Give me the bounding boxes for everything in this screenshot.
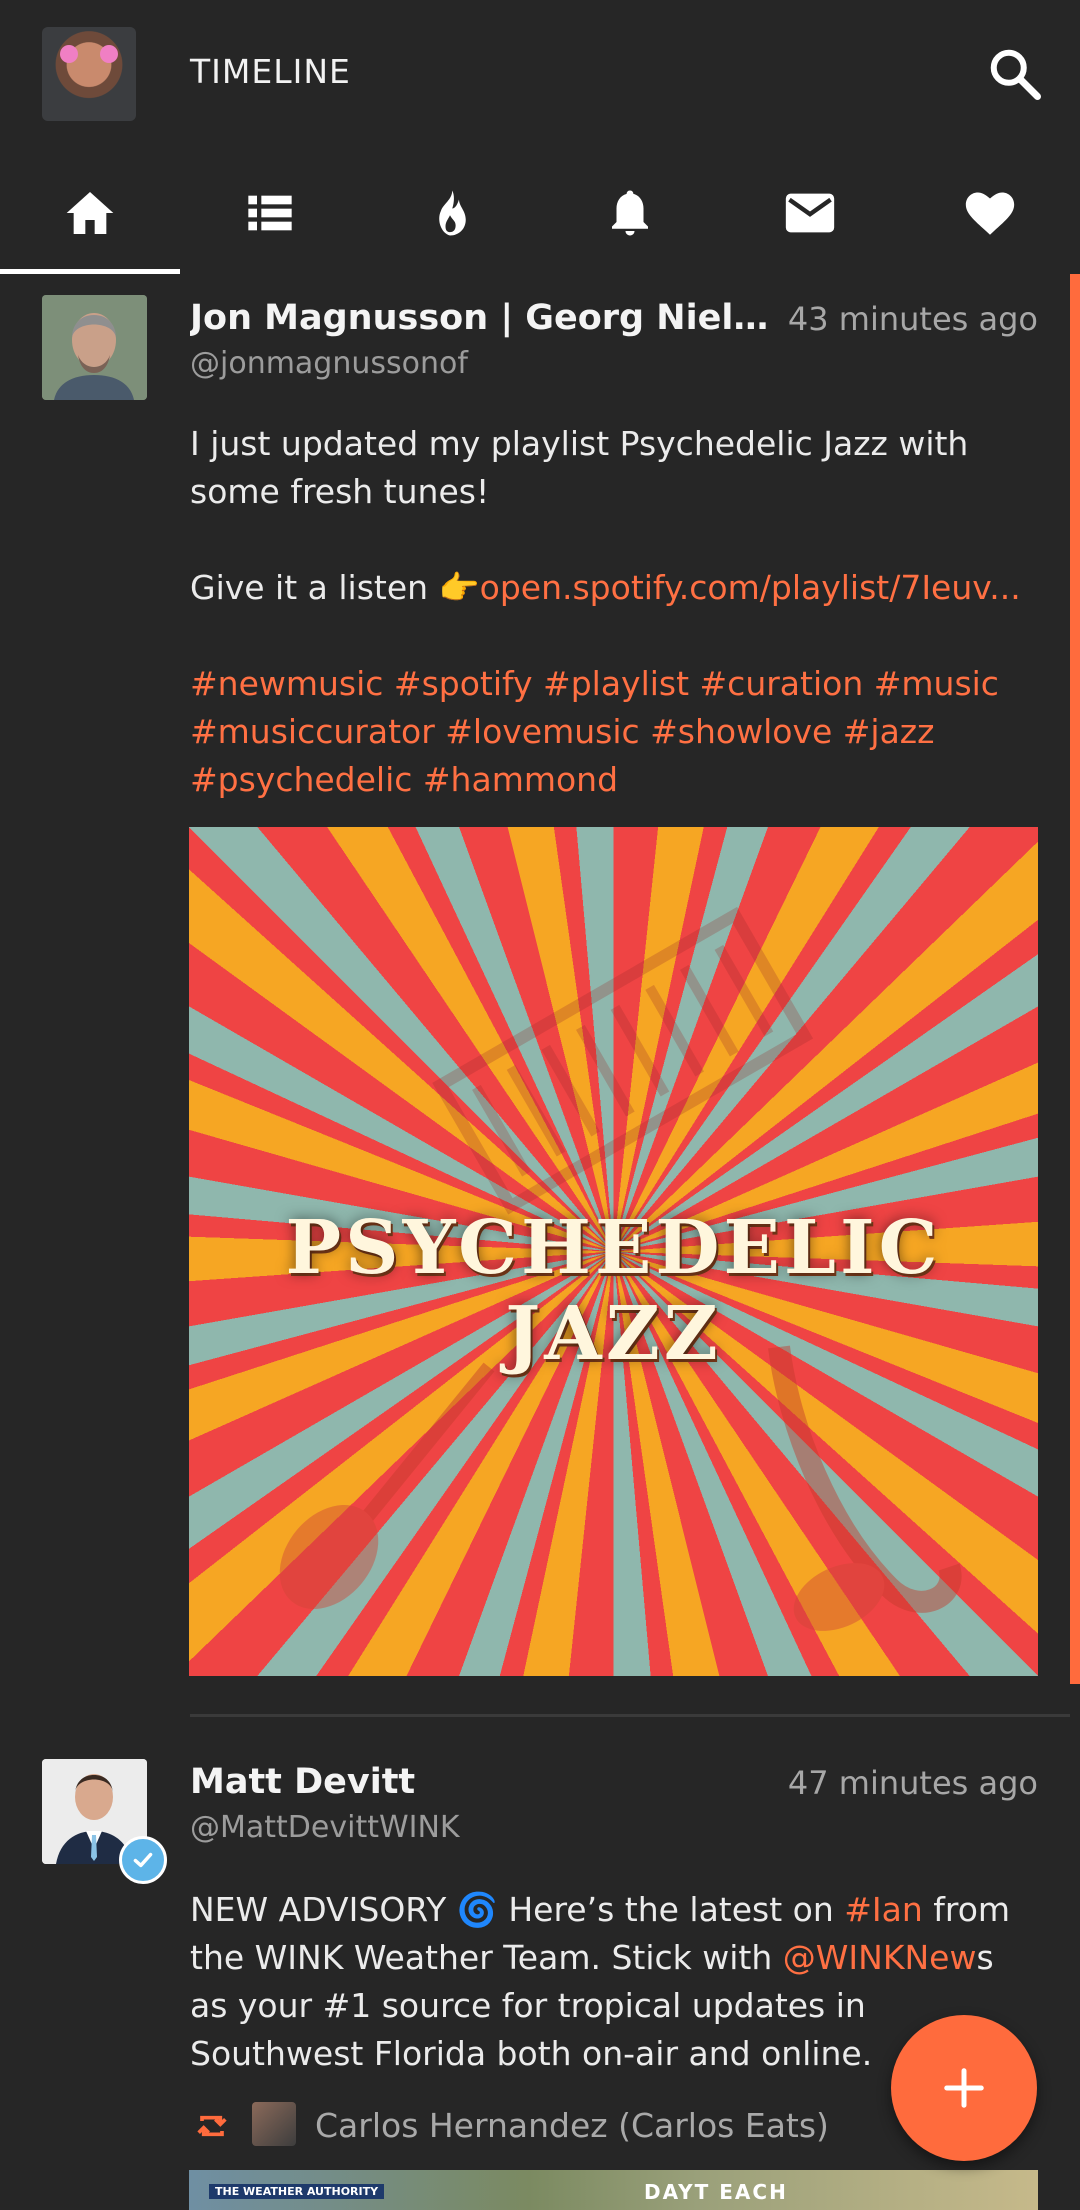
check-icon	[133, 1852, 153, 1868]
guitar-icon	[279, 1362, 495, 1609]
map-city-label: DAYT EACH	[644, 2180, 788, 2204]
author-handle[interactable]: @MattDevittWINK	[190, 1810, 460, 1845]
person-photo-icon	[42, 295, 147, 400]
hashtag-link[interactable]: #Ian	[844, 1890, 923, 1929]
scroll-indicator	[1070, 274, 1080, 1684]
tab-home[interactable]	[0, 152, 180, 274]
author-handle[interactable]: @jonmagnussonof	[190, 346, 468, 381]
author-name[interactable]: Matt Devitt	[190, 1762, 750, 1802]
post-time: 47 minutes ago	[787, 1764, 1038, 1802]
verified-badge	[119, 1836, 167, 1884]
post-text: I just updated my playlist Psychedelic J…	[190, 420, 1040, 804]
search-icon	[990, 49, 1041, 100]
tab-bar	[0, 152, 1080, 274]
post-time: 43 minutes ago	[787, 300, 1038, 338]
post-text-line: Give it a listen 👉open.spotify.com/playl…	[190, 564, 1040, 612]
media-title: PSYCHEDELIC JAZZ	[285, 1205, 942, 1377]
post-media-image[interactable]: THE WEATHER AUTHORITY DAYT EACH	[189, 2170, 1038, 2210]
tab-trending[interactable]	[360, 152, 540, 274]
home-icon	[66, 192, 114, 234]
mention-link[interactable]: @WINKNew	[783, 1938, 977, 1977]
spotify-link[interactable]: open.spotify.com/playlist/7Ieuv...	[480, 568, 1021, 607]
post-text-prefix: Give it a listen 👉	[190, 568, 480, 607]
author-avatar[interactable]	[42, 295, 147, 400]
author-name[interactable]: Jon Magnusson | Georg Nielsen &...	[190, 298, 780, 338]
post-media-image[interactable]: PSYCHEDELIC JAZZ	[189, 827, 1038, 1676]
retweeted-by[interactable]: Carlos Hernandez (Carlos Eats)	[315, 2106, 829, 2145]
account-avatar[interactable]	[42, 27, 136, 121]
search-button[interactable]	[985, 44, 1045, 104]
saxophone-icon	[768, 1345, 962, 1631]
page-title: TIMELINE	[190, 52, 351, 91]
bell-icon	[612, 190, 648, 236]
heart-icon	[965, 192, 1015, 235]
tab-messages[interactable]	[720, 152, 900, 274]
retweet-icon	[197, 2115, 227, 2137]
post-text-line: I just updated my playlist Psychedelic J…	[190, 424, 969, 511]
list-icon	[248, 195, 292, 231]
mail-icon	[785, 193, 835, 233]
retweeter-avatar[interactable]	[252, 2102, 296, 2146]
tab-lists[interactable]	[180, 152, 360, 274]
tab-favorites[interactable]	[900, 152, 1080, 274]
tab-notifications[interactable]	[540, 152, 720, 274]
post-text-part: NEW ADVISORY 🌀 Here’s the latest on	[190, 1890, 845, 1929]
flame-icon	[439, 190, 466, 236]
app-bar: TIMELINE	[0, 0, 1080, 152]
hashtags[interactable]: #newmusic #spotify #playlist #curation #…	[190, 660, 1040, 804]
plus-icon	[944, 2068, 984, 2108]
compose-button[interactable]	[891, 2015, 1037, 2161]
post-divider	[190, 1714, 1070, 1717]
map-badge: THE WEATHER AUTHORITY	[209, 2184, 385, 2199]
